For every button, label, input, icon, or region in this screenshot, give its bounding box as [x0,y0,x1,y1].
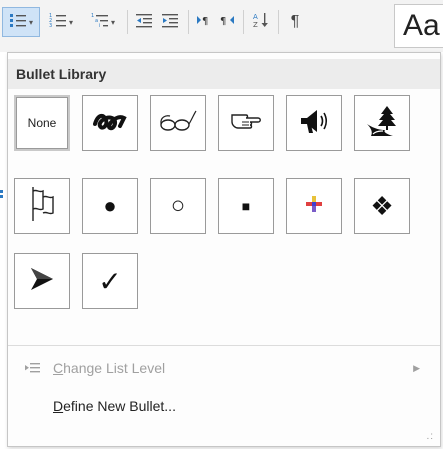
bullet-checkmark[interactable]: ✓ [82,253,138,309]
bullet-pointing-hand[interactable] [218,95,274,151]
megaphone-icon [297,106,331,141]
change-list-level-label: hange List Level [63,360,166,376]
chevron-down-icon: ▾ [68,17,73,27]
svg-text:Z: Z [253,21,258,29]
bullet-flag[interactable] [14,178,70,234]
sort-button[interactable]: A Z [249,7,273,37]
bullet-square[interactable]: ■ [218,178,274,234]
ltr-button[interactable]: ¶ [193,7,215,37]
document-margin-mark [0,190,4,204]
multilevel-list-button[interactable]: 1ai ▾ [84,7,122,37]
bullet-filled-circle[interactable]: ● [82,178,138,234]
style-gallery-preview[interactable]: Aa [394,4,443,48]
ribbon-separator [243,10,244,34]
bullet-library-header: Bullet Library [8,59,440,89]
glasses-icon [158,107,198,140]
bullet-library-menu: Bullet Library None ● ○ ■ ❖ ✓ Change Lis… [7,52,441,447]
bullets-button[interactable]: ▾ [2,7,40,37]
chevron-down-icon: ▾ [110,17,115,27]
submenu-arrow-icon: ▶ [413,363,420,373]
numbering-button[interactable]: 123 ▾ [42,7,80,37]
increase-indent-button[interactable] [158,7,182,37]
decrease-indent-icon [135,12,153,33]
bullet-none[interactable]: None [14,95,70,151]
ribbon-paragraph-group: ▾ 123 ▾ 1ai ▾ ¶ ¶ A Z ¶ Aa [0,0,443,52]
define-new-bullet-item[interactable]: Define New Bullet... [8,391,440,421]
bullet-none-label: None [27,116,57,130]
change-level-icon [24,353,40,386]
ribbon-separator [127,10,128,34]
swash-icon [92,106,128,141]
show-marks-button[interactable]: ¶ [284,7,306,37]
define-new-bullet-accel: D [53,398,64,414]
svg-text:¶: ¶ [220,16,226,27]
bullet-color-cross[interactable] [286,178,342,234]
filled-circle-icon: ● [103,193,117,218]
bullet-swash[interactable] [82,95,138,151]
chevron-down-icon: ▾ [28,17,33,27]
define-new-bullet-label: efine New Bullet... [63,398,176,414]
tree-road-icon [365,104,399,143]
svg-text:A: A [253,13,258,21]
numbered-list-icon: 123 [49,12,67,33]
checkmark-icon: ✓ [98,265,122,297]
four-diamond-icon: ❖ [370,190,394,221]
svg-text:a: a [95,18,98,24]
pointing-hand-icon [228,109,264,138]
bullet-tree-road[interactable] [354,95,410,151]
svg-text:i: i [99,23,100,28]
square-icon: ■ [241,198,251,214]
rtl-button[interactable]: ¶ [216,7,238,37]
bullet-glasses[interactable] [150,95,206,151]
resize-grip-icon[interactable]: .: [426,431,434,442]
left-to-right-paragraph-icon: ¶ [196,13,212,32]
svg-text:1: 1 [91,13,94,19]
bullet-list-icon [9,12,27,33]
bullet-megaphone[interactable] [286,95,342,151]
color-cross-icon [304,194,324,219]
multilevel-list-icon: 1ai [91,12,109,33]
decrease-indent-button[interactable] [132,7,156,37]
flag-icon [27,185,57,228]
arrowhead-icon [27,264,57,299]
pilcrow-icon: ¶ [290,13,300,30]
bullet-hollow-circle[interactable]: ○ [150,178,206,234]
ribbon-separator [188,10,189,34]
increase-indent-icon [161,12,179,33]
menu-separator [8,345,440,346]
hollow-circle-icon: ○ [170,192,186,219]
sort-az-icon: A Z [252,11,270,34]
right-to-left-paragraph-icon: ¶ [219,13,235,32]
bullet-arrowhead[interactable] [14,253,70,309]
change-list-level-accel: C [53,360,64,376]
svg-text:3: 3 [49,23,52,28]
bullet-four-diamond[interactable]: ❖ [354,178,410,234]
svg-text:¶: ¶ [202,16,208,27]
ribbon-separator [278,10,279,34]
change-list-level-item[interactable]: Change List Level ▶ [8,353,440,383]
